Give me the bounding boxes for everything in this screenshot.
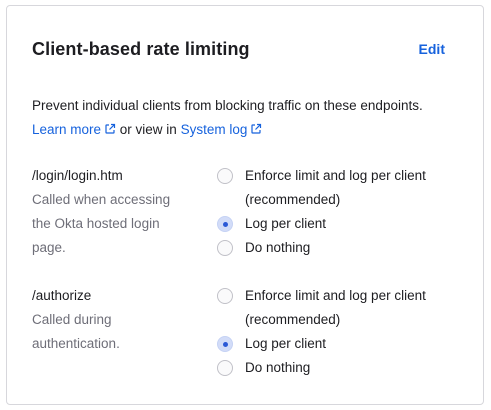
card-title: Client-based rate limiting — [32, 39, 250, 59]
radio-button-selected[interactable] — [217, 216, 233, 232]
radio-button[interactable] — [217, 240, 233, 256]
or-view-in-text: or view in — [116, 122, 181, 137]
learn-more-link[interactable]: Learn more — [32, 122, 116, 137]
option-log-per-client[interactable]: Log per client — [217, 332, 477, 356]
radio-button[interactable] — [217, 288, 233, 304]
endpoint-path: /authorize — [32, 288, 92, 303]
radio-group-authorize: Enforce limit and log per client (recomm… — [217, 284, 477, 380]
learn-more-label: Learn more — [32, 122, 102, 137]
endpoint-login: /login/login.htm Called when accessing t… — [32, 164, 192, 260]
endpoint-description: Called when accessing the Okta hosted lo… — [32, 192, 171, 255]
endpoint-path: /login/login.htm — [32, 168, 123, 183]
endpoint-description: Called during authentication. — [32, 312, 120, 351]
external-link-icon — [251, 123, 262, 134]
option-label: Log per client — [245, 216, 327, 231]
radio-button[interactable] — [217, 168, 233, 184]
endpoint-authorize: /authorize Called during authentication. — [32, 284, 162, 356]
option-label: Do nothing — [245, 360, 311, 375]
option-label: Log per client — [245, 336, 327, 351]
option-enforce-limit[interactable]: Enforce limit and log per client (recomm… — [217, 284, 457, 332]
system-log-label: System log — [180, 122, 248, 137]
option-label: Do nothing — [245, 240, 311, 255]
option-do-nothing[interactable]: Do nothing — [217, 236, 477, 260]
option-do-nothing[interactable]: Do nothing — [217, 356, 477, 380]
option-label: Enforce limit and log per client (recomm… — [245, 168, 426, 207]
help-links: Learn more or view in System log — [32, 120, 262, 140]
card-description: Prevent individual clients from blocking… — [32, 98, 423, 113]
system-log-link[interactable]: System log — [181, 122, 263, 137]
option-enforce-limit[interactable]: Enforce limit and log per client (recomm… — [217, 164, 457, 212]
option-label: Enforce limit and log per client (recomm… — [245, 288, 426, 327]
external-link-icon — [105, 123, 116, 134]
option-log-per-client[interactable]: Log per client — [217, 212, 477, 236]
radio-button[interactable] — [217, 360, 233, 376]
rate-limit-card: Client-based rate limiting Edit Prevent … — [6, 5, 484, 405]
radio-button-selected[interactable] — [217, 336, 233, 352]
edit-button[interactable]: Edit — [419, 41, 445, 57]
radio-group-login: Enforce limit and log per client (recomm… — [217, 164, 477, 260]
